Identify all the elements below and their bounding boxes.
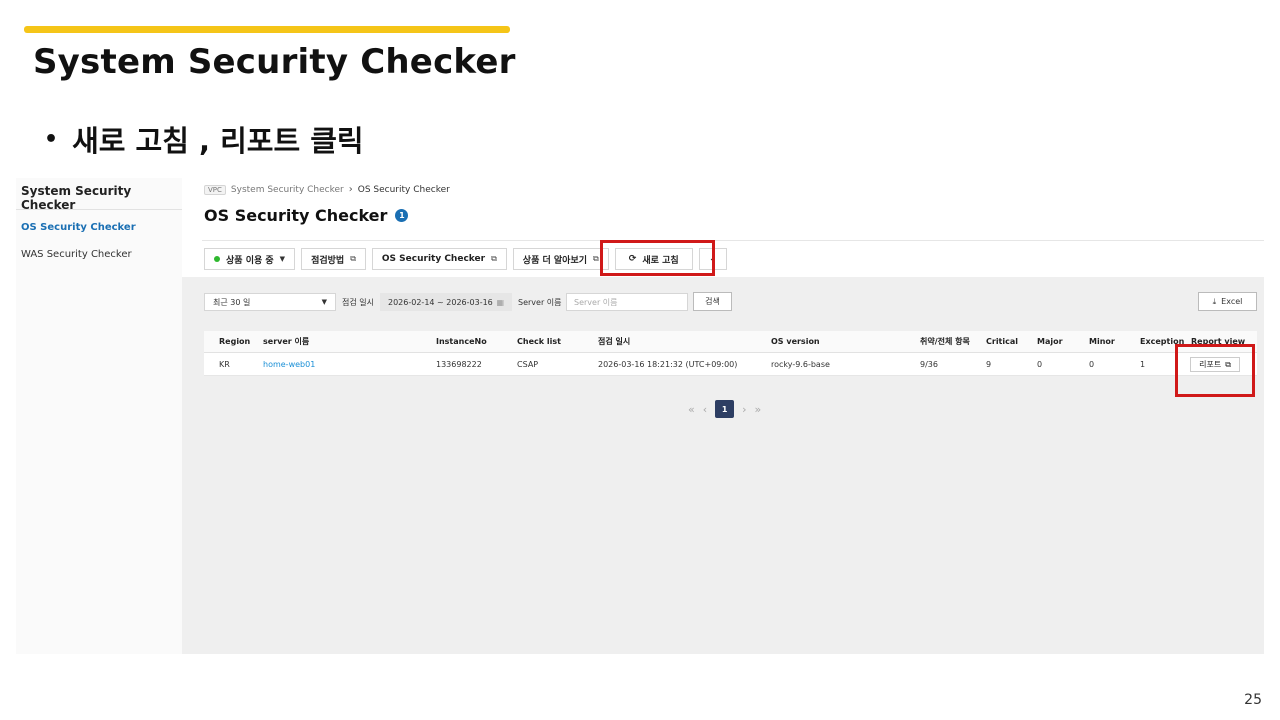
excel-download-button[interactable]: ⤓ Excel [1198,292,1257,311]
os-version-cell: rocky-9.6-base [771,359,830,369]
period-value: 최근 30 일 [213,297,251,307]
minor-cell: 0 [1089,359,1095,369]
external-link-icon: ⧉ [350,254,356,263]
download-icon: ⤓ [1212,296,1217,306]
status-dropdown-button[interactable]: 상품 이용 중 ▼ [204,248,296,270]
vpc-badge: VPC [204,184,226,195]
period-select[interactable]: 최근 30 일 ▼ [204,293,336,311]
breadcrumb: VPC System Security Checker › OS Securit… [204,184,450,195]
guide-button[interactable]: 점검방법 ⧉ [301,248,366,270]
page-number: 25 [1244,692,1262,708]
column-header: InstanceNo [436,337,487,346]
caret-down-icon: ▼ [279,255,286,263]
slide-bullet: • 새로 고침 , 리포트 클릭 [44,118,364,160]
caret-down-icon: ▼ [321,298,327,306]
toolbar-divider [202,240,1264,241]
guide-label: 점검방법 [311,255,345,266]
vuln-total-cell: 9/36 [920,359,938,369]
excel-label: Excel [1221,297,1243,306]
instance-cell: 133698222 [436,359,482,369]
sidebar-item-was-security-checker[interactable]: WAS Security Checker [21,249,132,260]
column-header: Minor [1089,337,1115,346]
sidebar-item-os-security-checker[interactable]: OS Security Checker [21,222,136,233]
column-header: Critical [986,337,1019,346]
os-security-checker-button[interactable]: OS Security Checker ⧉ [371,248,507,270]
status-label: 상품 이용 중 [226,255,274,266]
calendar-icon: ▦ [496,297,504,307]
info-count-badge[interactable]: 1 [395,209,409,222]
breadcrumb-current: OS Security Checker [357,184,450,195]
breadcrumb-parent[interactable]: System Security Checker [231,185,344,195]
server-name-link[interactable]: home-web01 [263,353,315,375]
report-highlight-box [1175,344,1255,397]
major-cell: 0 [1037,359,1043,369]
bullet-marker: • [44,126,59,152]
exception-cell: 1 [1140,359,1146,369]
external-link-icon: ⧉ [491,254,497,263]
pagination: « ‹ 1 › » [688,400,761,418]
next-page-icon[interactable]: › [742,403,746,416]
refresh-highlight-box [600,240,715,276]
sidebar: System Security Checker OS Security Chec… [16,178,182,654]
last-page-icon[interactable]: » [755,403,762,416]
column-header: Check list [517,337,561,346]
first-page-icon[interactable]: « [688,403,695,416]
external-link-icon: ⧉ [593,254,599,263]
table-row: KR home-web01 133698222 CSAP 2026-03-16 … [204,353,1257,376]
main-panel: VPC System Security Checker › OS Securit… [182,178,1264,654]
slide-title: System Security Checker [33,42,516,82]
date-range-picker[interactable]: 2026-02-14 ~ 2026-03-16 ▦ [380,293,512,311]
sidebar-divider [16,209,182,210]
status-dot-icon [214,256,220,262]
page-title: OS Security Checker [204,206,388,225]
chevron-right-icon: › [348,184,353,195]
date-range-value: 2026-02-14 ~ 2026-03-16 [388,297,493,307]
checked-at-cell: 2026-03-16 18:21:32 (UTC+09:00) [598,359,738,369]
region-cell: KR [219,359,230,369]
column-header: Region [219,337,251,346]
date-label: 점검 일시 [342,298,374,307]
column-header: server 이름 [263,337,310,346]
checklist-cell: CSAP [517,359,539,369]
server-label: Server 이름 [518,298,562,307]
column-header: Major [1037,337,1063,346]
search-button[interactable]: 검색 [693,292,732,311]
results-table: Region server 이름 InstanceNo Check list 점… [204,331,1257,376]
learn-more-label: 상품 더 알아보기 [522,255,588,266]
column-header: OS version [771,337,820,346]
page-header: OS Security Checker 1 [204,206,409,225]
os-checker-label: OS Security Checker [381,254,486,264]
learn-more-button[interactable]: 상품 더 알아보기 ⧉ [512,248,609,270]
current-page-button[interactable]: 1 [715,400,735,418]
bullet-text: 새로 고침 , 리포트 클릭 [72,124,364,158]
table-header: Region server 이름 InstanceNo Check list 점… [204,331,1257,353]
server-name-input[interactable]: Server 이름 [566,293,688,311]
sidebar-title: System Security Checker [21,184,132,212]
column-header: 취약/전체 항목 [920,337,970,346]
critical-cell: 9 [986,359,992,369]
accent-bar [24,26,510,33]
prev-page-icon[interactable]: ‹ [703,403,707,416]
content-area: 최근 30 일 ▼ 점검 일시 2026-02-14 ~ 2026-03-16 … [182,277,1264,654]
column-header: 점검 일시 [598,337,631,346]
